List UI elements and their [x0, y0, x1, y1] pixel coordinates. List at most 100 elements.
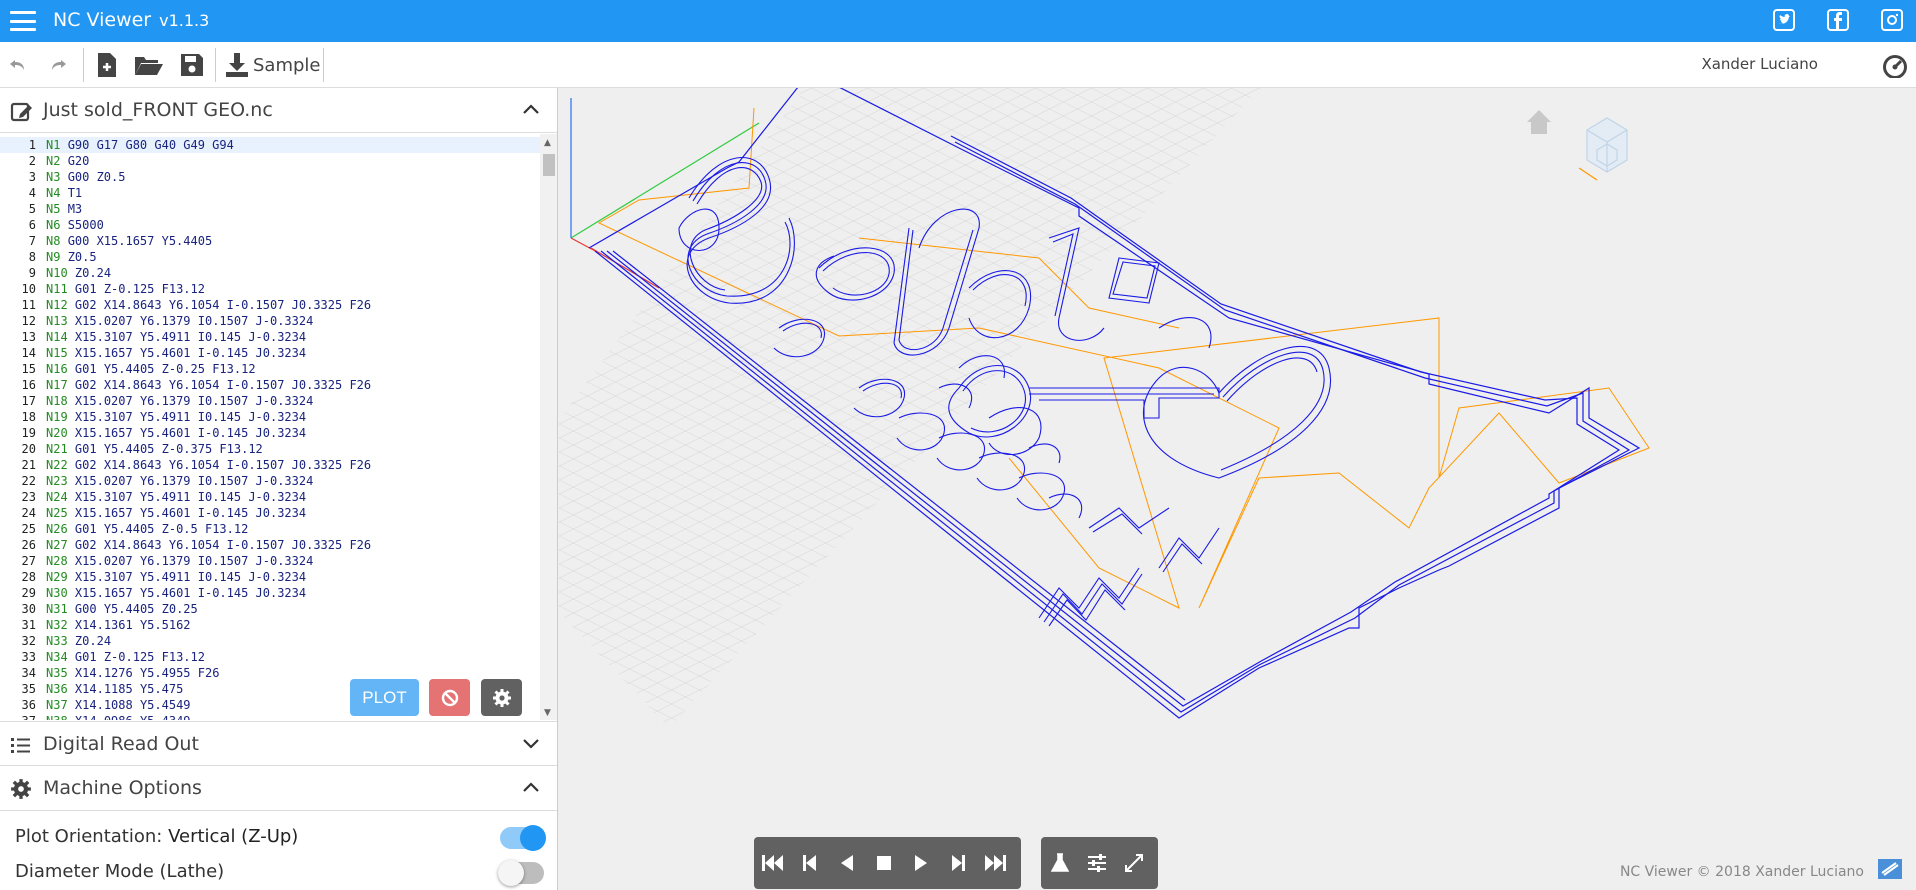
line-number: 13 [21, 330, 36, 344]
sliders-button[interactable] [1078, 845, 1115, 881]
gear-icon [11, 779, 31, 799]
toolpath-canvas[interactable] [559, 88, 1916, 890]
gcode-text: G20 [67, 154, 90, 168]
block-number: N10 [46, 266, 68, 280]
diameter-mode-toggle[interactable] [498, 860, 544, 886]
flask-button[interactable] [1041, 845, 1078, 881]
line-number: 25 [21, 522, 36, 536]
line-number: 27 [21, 554, 36, 568]
dro-panel-header[interactable]: Digital Read Out [0, 721, 557, 766]
block-number: N24 [46, 490, 68, 504]
chevron-up-icon[interactable] [522, 780, 540, 794]
code-line[interactable]: 6 N6 S5000 [0, 217, 540, 233]
block-number: N21 [46, 442, 68, 456]
code-line[interactable]: 16 N17 G02 X14.8643 Y6.1054 I-0.1507 J0.3… [0, 377, 540, 393]
editor-scrollbar[interactable]: ▲ ▼ [540, 134, 557, 720]
line-number: 17 [21, 394, 36, 408]
feedback-icon[interactable] [1876, 855, 1904, 883]
code-line[interactable]: 15 N16 G01 Y5.4405 Z-0.25 F13.12 [0, 361, 540, 377]
plot-button[interactable]: PLOT [350, 679, 419, 716]
code-line[interactable]: 31 N32 X14.1361 Y5.5162 [0, 617, 540, 633]
gcode-text: G00 Z0.5 [67, 170, 126, 184]
undo-button[interactable] [6, 52, 30, 78]
skip-to-start-button[interactable] [754, 845, 791, 881]
sample-label: Sample [253, 54, 321, 76]
code-line[interactable]: 2 N2 G20 [0, 153, 540, 169]
plot-orientation-toggle[interactable] [500, 825, 546, 851]
chevron-up-icon[interactable] [522, 102, 540, 116]
twitter-icon[interactable] [1773, 9, 1795, 31]
code-line[interactable]: 32 N33 Z0.24 [0, 633, 540, 649]
fast-backward-icon [761, 855, 783, 871]
code-line[interactable]: 5 N5 M3 [0, 201, 540, 217]
code-line[interactable]: 14 N15 X15.1657 Y5.4601 I-0.145 J0.3234 [0, 345, 540, 361]
stop-button[interactable] [865, 845, 902, 881]
code-line[interactable]: 20 N21 G01 Y5.4405 Z-0.375 F13.12 [0, 441, 540, 457]
code-line[interactable]: 21 N22 G02 X14.8643 Y6.1054 I-0.1507 J0.3… [0, 457, 540, 473]
code-line[interactable]: 24 N25 X15.1657 Y5.4601 I-0.145 J0.3234 [0, 505, 540, 521]
scroll-up-arrow[interactable]: ▲ [544, 138, 551, 148]
clear-button[interactable] [429, 679, 470, 716]
code-line[interactable]: 17 N18 X15.0207 Y6.1379 I0.1507 J-0.3324 [0, 393, 540, 409]
undo-icon [10, 60, 24, 70]
instagram-icon[interactable] [1881, 9, 1903, 31]
code-line[interactable]: 18 N19 X15.3107 Y5.4911 I0.145 J-0.3234 [0, 409, 540, 425]
code-line[interactable]: 26 N27 G02 X14.8643 Y6.1054 I-0.1507 J0.3… [0, 537, 540, 553]
code-line[interactable]: 7 N8 G00 X15.1657 Y5.4405 [0, 233, 540, 249]
reverse-button[interactable] [828, 845, 865, 881]
redo-button[interactable] [46, 52, 70, 78]
orientation-cube-icon[interactable] [1578, 117, 1628, 181]
code-line[interactable]: 22 N23 X15.0207 Y6.1379 I0.1507 J-0.3324 [0, 473, 540, 489]
chevron-down-icon[interactable] [522, 736, 540, 750]
code-line[interactable]: 27 N28 X15.0207 Y6.1379 I0.1507 J-0.3324 [0, 553, 540, 569]
3d-viewport[interactable] [559, 88, 1916, 890]
sample-button[interactable]: Sample [225, 52, 321, 78]
code-line[interactable]: 12 N13 X15.0207 Y6.1379 I0.1507 J-0.3324 [0, 313, 540, 329]
home-icon[interactable] [1527, 110, 1551, 134]
machine-panel-header[interactable]: Machine Options [0, 766, 557, 811]
play-button[interactable] [902, 845, 939, 881]
block-number: N11 [46, 282, 68, 296]
code-line[interactable]: 29 N30 X15.1657 Y5.4601 I-0.145 J0.3234 [0, 585, 540, 601]
gcode-editor[interactable]: 1 N1 G90 G17 G80 G40 G49 G94 2 N2 G20 3 N3 G0… [0, 134, 540, 720]
code-line[interactable]: 1 N1 G90 G17 G80 G40 G49 G94 [0, 137, 540, 153]
code-line[interactable]: 4 N4 T1 [0, 185, 540, 201]
fullscreen-button[interactable] [1115, 845, 1152, 881]
facebook-icon[interactable] [1827, 9, 1849, 31]
gcode-text: Z0.24 [74, 634, 112, 648]
new-file-button[interactable] [96, 52, 118, 78]
axis-origin [570, 237, 600, 254]
code-line[interactable]: 30 N31 G00 Y5.4405 Z0.25 [0, 601, 540, 617]
file-panel-header[interactable]: Just sold_FRONT GEO.nc [0, 88, 557, 133]
code-line[interactable]: 19 N20 X15.1657 Y5.4601 I-0.145 J0.3234 [0, 425, 540, 441]
user-name[interactable]: Xander Luciano [1701, 55, 1818, 73]
line-number: 29 [21, 586, 36, 600]
code-line[interactable]: 25 N26 G01 Y5.4405 Z-0.5 F13.12 [0, 521, 540, 537]
code-line[interactable]: 23 N24 X15.3107 Y5.4911 I0.145 J-0.3234 [0, 489, 540, 505]
code-line[interactable]: 28 N29 X15.3107 Y5.4911 I0.145 J-0.3234 [0, 569, 540, 585]
code-line[interactable]: 3 N3 G00 Z0.5 [0, 169, 540, 185]
list-icon [11, 738, 30, 753]
save-button[interactable] [180, 52, 204, 78]
scroll-down-arrow[interactable]: ▼ [544, 708, 551, 718]
step-backward-button[interactable] [791, 845, 828, 881]
skip-to-end-button[interactable] [976, 845, 1013, 881]
app-version: v1.1.3 [159, 11, 210, 30]
code-line[interactable]: 13 N14 X15.3107 Y5.4911 I0.145 J-0.3234 [0, 329, 540, 345]
gcode-text: X15.3107 Y5.4911 I0.145 J-0.3234 [74, 490, 307, 504]
open-file-button[interactable] [134, 52, 164, 78]
code-line[interactable]: 8 N9 Z0.5 [0, 249, 540, 265]
code-line[interactable]: 10 N11 G01 Z-0.125 F13.12 [0, 281, 540, 297]
code-line[interactable]: 33 N34 G01 Z-0.125 F13.12 [0, 649, 540, 665]
performance-button[interactable] [1880, 52, 1910, 78]
menu-icon[interactable] [10, 9, 36, 33]
block-number: N27 [46, 538, 68, 552]
fast-forward-icon [984, 855, 1006, 871]
step-forward-button[interactable] [939, 845, 976, 881]
scrollbar-thumb[interactable] [543, 154, 555, 176]
gcode-text: X15.3107 Y5.4911 I0.145 J-0.3234 [74, 570, 307, 584]
settings-button[interactable] [481, 679, 522, 716]
view-cube[interactable] [1517, 100, 1647, 210]
code-line[interactable]: 9 N10 Z0.24 [0, 265, 540, 281]
code-line[interactable]: 11 N12 G02 X14.8643 Y6.1054 I-0.1507 J0.3… [0, 297, 540, 313]
